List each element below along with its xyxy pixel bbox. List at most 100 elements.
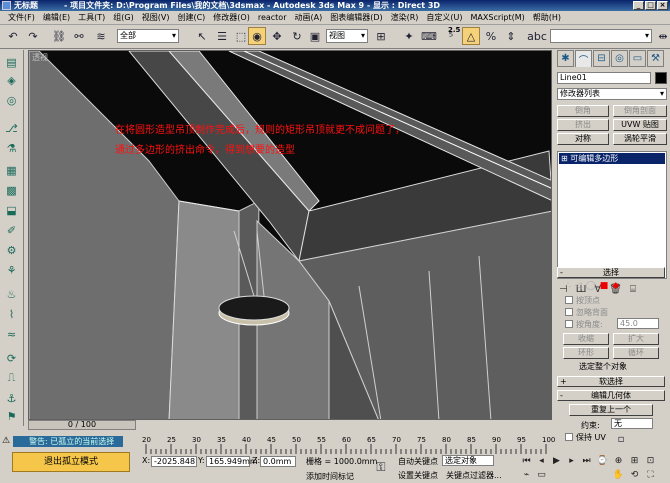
menu-animation[interactable]: 动画(A)	[290, 12, 326, 23]
modify-tab-icon[interactable]: ⌒	[575, 50, 592, 67]
maximize-viewport-icon[interactable]: ⛶	[644, 469, 657, 481]
exit-isolation-button[interactable]: 退出孤立模式	[12, 452, 130, 472]
menu-views[interactable]: 视图(V)	[138, 12, 174, 23]
object-name-field[interactable]: Line01	[557, 72, 651, 84]
tool-icon-17[interactable]: ⚓	[3, 390, 20, 406]
maximize-button[interactable]: □	[645, 1, 656, 10]
key-filters-button[interactable]: 关键点过滤器...	[446, 470, 502, 481]
x-coordinate-field[interactable]: -2025.848	[151, 456, 197, 467]
preserve-uv-settings-icon[interactable]: ▫	[612, 430, 630, 448]
tool-icon-14[interactable]: ≈	[3, 326, 20, 342]
ring-button[interactable]: 环形	[563, 347, 609, 359]
soft-selection-rollout-header[interactable]: + 软选择	[557, 376, 665, 387]
modifier-list-dropdown[interactable]: 修改器列表	[557, 88, 667, 100]
by-vertex-checkbox[interactable]	[565, 296, 573, 304]
edit-named-selection-icon[interactable]: abc	[527, 27, 547, 45]
minimize-button[interactable]: _	[633, 1, 644, 10]
angle-snap-icon[interactable]: △	[462, 27, 480, 45]
menu-edit[interactable]: 编辑(E)	[39, 12, 74, 23]
select-object-icon[interactable]: ↖	[193, 27, 211, 45]
ignore-backface-checkbox[interactable]	[565, 308, 573, 316]
menu-file[interactable]: 文件(F)	[4, 12, 39, 23]
menu-tools[interactable]: 工具(T)	[74, 12, 109, 23]
menu-rendering[interactable]: 渲染(R)	[387, 12, 423, 23]
tool-icon-13[interactable]: ⌇	[3, 306, 20, 322]
create-tab-icon[interactable]: ✱	[557, 50, 574, 67]
tool-icon-18[interactable]: ⚑	[3, 408, 20, 424]
tool-icon-7[interactable]: ▩	[3, 182, 20, 198]
configure-sets-icon[interactable]: ⌸	[630, 284, 636, 298]
key-target-dropdown[interactable]: 选定对象	[442, 455, 494, 466]
tool-icon-11[interactable]: ⚘	[3, 262, 20, 278]
scale-icon[interactable]: ▣	[306, 27, 324, 45]
vertex-icon[interactable]: ∴	[565, 281, 571, 291]
border-icon[interactable]: ◯	[586, 281, 596, 291]
stack-item-editable-poly[interactable]: ⊞ 可编辑多边形	[559, 153, 665, 164]
grow-button[interactable]: 扩大	[613, 333, 659, 345]
move-icon[interactable]: ✥	[268, 27, 286, 45]
select-manipulate-icon[interactable]: ✦	[400, 27, 418, 45]
display-tab-icon[interactable]: ▭	[629, 50, 646, 67]
tool-icon-6[interactable]: ▦	[3, 162, 20, 178]
arc-rotate-icon[interactable]: ⟲	[628, 469, 641, 481]
extrude-button[interactable]: 挤出	[557, 119, 609, 131]
app-icon[interactable]	[2, 1, 11, 10]
goto-start-icon[interactable]: ⏮	[520, 455, 533, 467]
hierarchy-tab-icon[interactable]: ⊟	[593, 50, 610, 67]
motion-tab-icon[interactable]: ◎	[611, 50, 628, 67]
shrink-button[interactable]: 收缩	[563, 333, 609, 345]
zoom-icon[interactable]: ⊕	[612, 455, 625, 467]
tool-icon-12[interactable]: ♨	[3, 286, 20, 302]
menu-create[interactable]: 创建(C)	[173, 12, 209, 23]
percent-snap-icon[interactable]: %	[482, 27, 500, 45]
menu-group[interactable]: 组(G)	[109, 12, 137, 23]
selection-filter-dropdown[interactable]: 全部	[117, 29, 179, 43]
viewport-label[interactable]: 透视	[32, 52, 48, 63]
redo-icon[interactable]: ↷	[24, 27, 42, 45]
close-button[interactable]: ×	[657, 1, 668, 10]
tool-icon-10[interactable]: ⚙	[3, 242, 20, 258]
menu-customize[interactable]: 自定义(U)	[422, 12, 466, 23]
preserve-uv-checkbox[interactable]	[565, 433, 573, 441]
tool-icon-15[interactable]: ⟳	[3, 350, 20, 366]
time-config-icon[interactable]: ⌚	[596, 455, 609, 467]
y-coordinate-field[interactable]: 165.949mm	[206, 456, 258, 467]
window-crossing-icon[interactable]: ◉	[248, 27, 266, 45]
uvw-map-button[interactable]: UVW 贴图	[613, 119, 667, 131]
zoom-extents-icon[interactable]: ⊡	[644, 455, 657, 467]
menu-help[interactable]: 帮助(H)	[529, 12, 565, 23]
add-time-tag[interactable]: 添加时间标记	[306, 471, 354, 482]
track-bar[interactable]: 20 25 30 35 40 45 50 55 60 65 70 75 80 85 90 95 100	[136, 434, 556, 454]
polygon-icon[interactable]: ■	[600, 281, 609, 291]
turbosmooth-button[interactable]: 涡轮平滑	[613, 133, 667, 145]
bind-space-warp-icon[interactable]: ≋	[92, 27, 110, 45]
select-link-icon[interactable]: ⛓	[50, 27, 68, 45]
tool-icon-8[interactable]: ⬓	[3, 202, 20, 218]
by-angle-checkbox[interactable]	[565, 320, 573, 328]
pan-icon[interactable]: ✋	[612, 469, 625, 481]
auto-key-button[interactable]: 自动关键点	[398, 456, 438, 467]
element-icon[interactable]: ◆	[612, 281, 619, 291]
spinner-snap-icon[interactable]: ⇕	[502, 27, 520, 45]
play-icon[interactable]: ▶	[550, 455, 563, 467]
bevel-button[interactable]: 倒角	[557, 105, 609, 117]
menu-graph-editors[interactable]: 图表编辑器(D)	[326, 12, 386, 23]
bevel-profile-button[interactable]: 倒角剖面	[613, 105, 667, 117]
menu-reactor[interactable]: reactor	[254, 13, 291, 22]
frame-field-icon[interactable]: ▭	[535, 469, 548, 481]
object-color-swatch[interactable]	[655, 72, 667, 84]
utilities-tab-icon[interactable]: ⚒	[647, 50, 664, 67]
z-coordinate-field[interactable]: 0.0mm	[260, 456, 296, 467]
tool-icon-4[interactable]: ⎇	[3, 120, 20, 136]
tool-icon-5[interactable]: ⚗	[3, 140, 20, 156]
ref-coord-dropdown[interactable]: 视图	[326, 29, 368, 43]
loop-button[interactable]: 循环	[613, 347, 659, 359]
named-selection-dropdown[interactable]	[550, 29, 652, 43]
key-mode-icon[interactable]: ⌁	[520, 469, 533, 481]
goto-end-icon[interactable]: ⏭	[580, 455, 593, 467]
zoom-all-icon[interactable]: ⊞	[628, 455, 641, 467]
selection-rollout-header[interactable]: - 选择	[557, 267, 665, 278]
next-frame-icon[interactable]: ▸	[565, 455, 578, 467]
unlink-icon[interactable]: ⚯	[70, 27, 88, 45]
tool-icon-2[interactable]: ◈	[3, 72, 20, 88]
